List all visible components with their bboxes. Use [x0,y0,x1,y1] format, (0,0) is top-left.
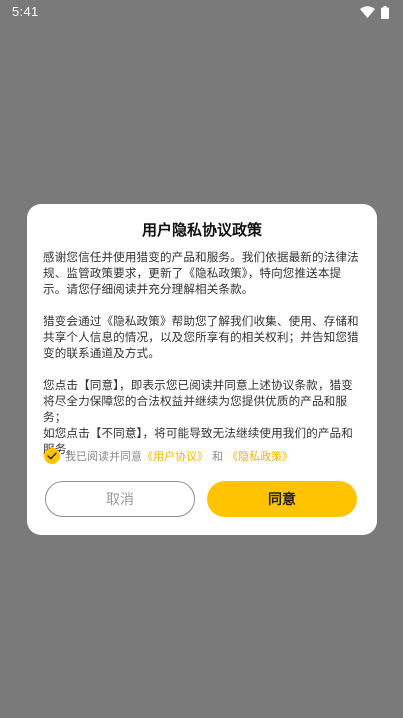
battery-icon [381,5,389,19]
policy-paragraph: 您点击【同意】，即表示您已阅读并同意上述协议条款，猎变将尽全力保障您的合法权益并… [43,378,353,424]
dialog-body: 感谢您信任并使用猎变的产品和服务。我们依据最新的法律法规、监管政策要求，更新了《… [43,249,363,457]
status-bar: 5:41 [0,0,403,24]
status-icons [360,4,389,20]
privacy-policy-dialog: 用户隐私协议政策 感谢您信任并使用猎变的产品和服务。我们依据最新的法律法规、监管… [27,204,377,535]
agree-prefix: 我已阅读并同意 [65,450,142,463]
status-time: 5:41 [12,4,39,19]
agree-and: 和 [212,450,223,463]
agree-row: 我已阅读并同意 《用户协议》 和 《隐私政策》 [44,447,293,465]
cancel-button[interactable]: 取消 [45,481,195,517]
wifi-icon [360,6,375,18]
user-agreement-link[interactable]: 《用户协议》 [142,448,208,464]
agree-button[interactable]: 同意 [207,481,357,517]
policy-paragraph: 感谢您信任并使用猎变的产品和服务。我们依据最新的法律法规、监管政策要求，更新了《… [43,250,359,296]
policy-paragraph: 猎变会通过《隐私政策》帮助您了解我们收集、使用、存储和共享个人信息的情况，以及您… [43,314,359,360]
privacy-policy-link[interactable]: 《隐私政策》 [227,448,293,464]
dialog-title: 用户隐私协议政策 [141,221,262,239]
agree-checkbox[interactable] [44,448,60,464]
checkmark-icon [47,452,57,460]
